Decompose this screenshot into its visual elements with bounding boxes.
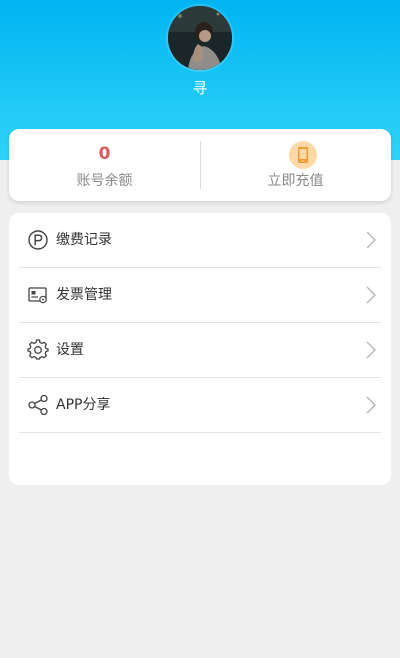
menu-item-invoice-management[interactable]: 发票管理 <box>19 268 381 323</box>
menu-item-settings[interactable]: 设置 <box>19 323 381 378</box>
chevron-right-icon <box>365 340 377 360</box>
recharge-button[interactable]: 立即充值 <box>200 129 391 201</box>
recharge-label: 立即充值 <box>267 173 324 189</box>
share-icon <box>27 394 49 416</box>
parking-icon <box>27 229 49 251</box>
balance-label: 账号余额 <box>76 173 133 189</box>
balance-value: 0 <box>98 144 111 164</box>
menu-list: 缴费记录 发票管理 设置 APP分享 <box>9 213 391 485</box>
chevron-right-icon <box>365 230 377 250</box>
chevron-right-icon <box>365 395 377 415</box>
account-balance[interactable]: 0 账号余额 <box>9 129 200 201</box>
balance-card: 0 账号余额 立即充值 <box>9 129 391 201</box>
menu-item-payment-records[interactable]: 缴费记录 <box>19 213 381 268</box>
chevron-right-icon <box>365 285 377 305</box>
gear-icon <box>27 339 49 361</box>
menu-item-label: 设置 <box>56 342 84 358</box>
username: 寻 <box>192 79 208 97</box>
phone-wallet-icon <box>289 141 317 169</box>
menu-item-label: 发票管理 <box>56 287 112 303</box>
menu-item-app-share[interactable]: APP分享 <box>19 378 381 433</box>
menu-item-label: APP分享 <box>56 397 111 413</box>
invoice-icon <box>27 284 49 306</box>
menu-item-label: 缴费记录 <box>56 232 112 248</box>
avatar[interactable] <box>168 6 232 70</box>
